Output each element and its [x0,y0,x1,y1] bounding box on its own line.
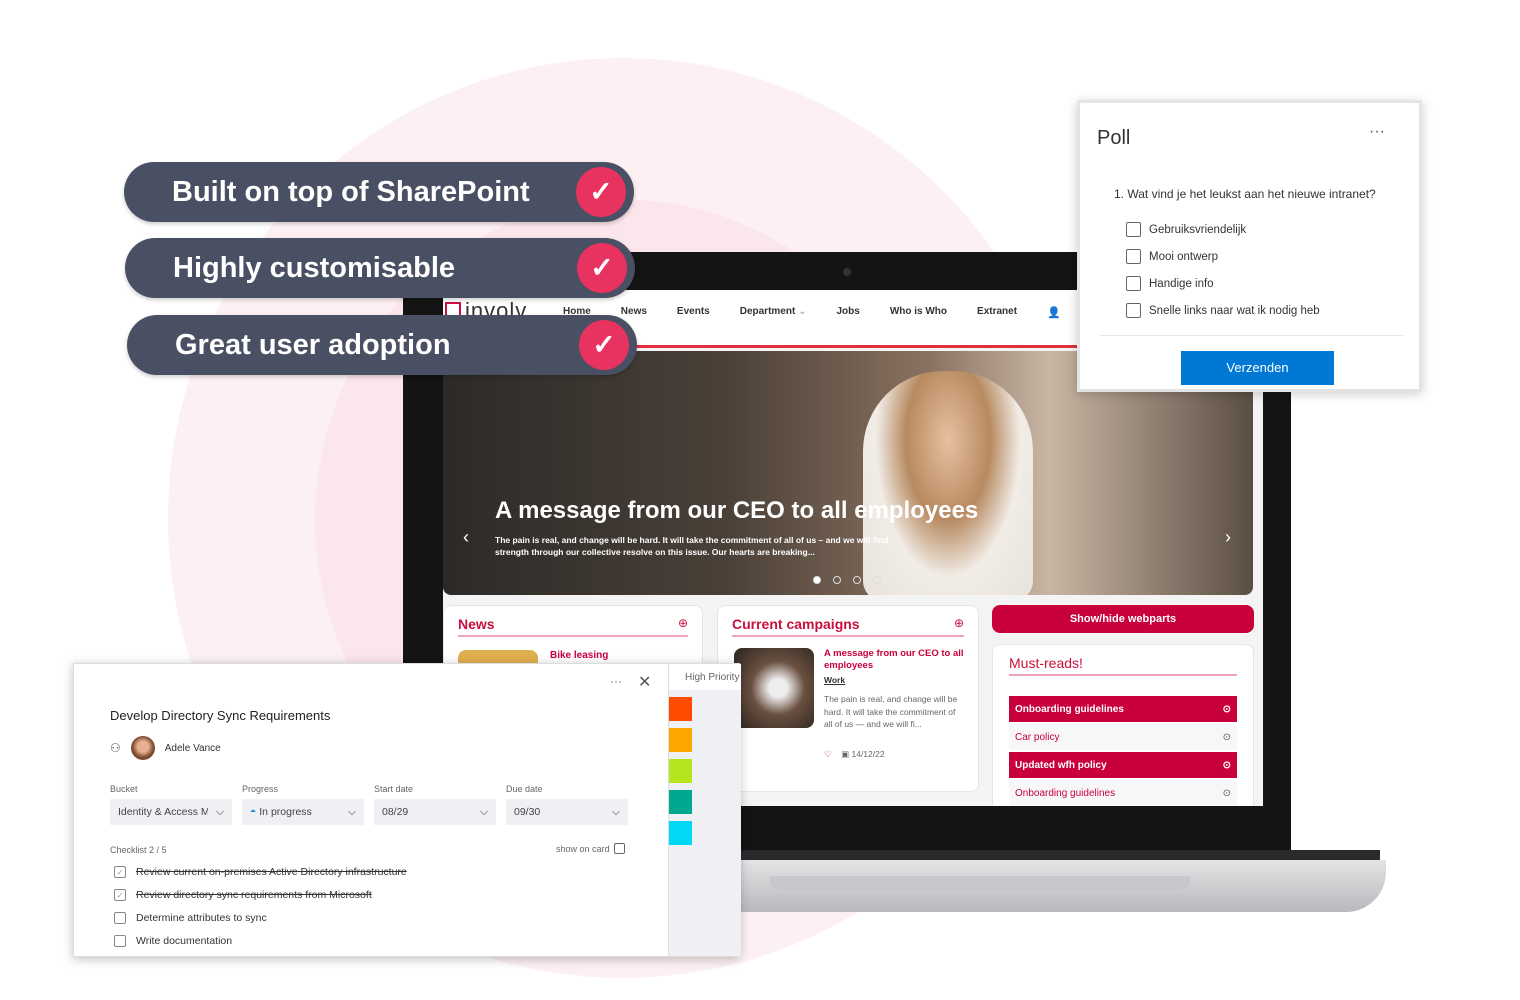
poll-option[interactable]: Handige info [1126,276,1214,291]
checkbox [114,935,126,947]
assign-user-icon: ⚇ [110,741,121,755]
calendar-icon: ▣ [841,749,850,759]
must-reads-card: Must-reads! Onboarding guidelines ⊙ Car p… [992,644,1254,806]
more-options-icon[interactable]: ··· [1369,123,1385,141]
feature-pill-adoption: Great user adoption ✓ [127,315,637,375]
checklist-item[interactable]: Determine attributes to sync [114,912,267,924]
priority-header: High Priority [669,664,741,690]
show-hide-webparts-button[interactable]: Show/hide webparts [992,605,1254,633]
add-icon[interactable]: ⊕ [954,616,964,630]
user-icon[interactable]: 👤 [1047,306,1061,319]
news-item[interactable]: Bike leasing [550,650,608,661]
must-read-item[interactable]: Onboarding guidelines ⊙ [1009,696,1237,722]
checkbox [114,912,126,924]
campaigns-title: Current campaigns [732,616,964,637]
chevron-circle-icon: ⊙ [1222,759,1231,771]
more-options-icon[interactable]: ··· [610,674,622,688]
label-swatch-lime[interactable] [669,759,692,783]
heart-icon[interactable]: ♡ [824,749,832,759]
submit-button[interactable]: Verzenden [1181,351,1334,385]
checkbox [1126,222,1141,237]
label-swatch-teal[interactable] [669,790,692,814]
priority-sidebar: High Priority [668,664,741,956]
chevron-down-icon: ⌄ [798,306,807,317]
chevron-down-icon: ⌵ [612,805,620,818]
feature-pill-customisable: Highly customisable ✓ [125,238,635,298]
divider [1100,335,1403,336]
poll-question: 1. Wat vind je het leukst aan het nieuwe… [1114,187,1376,201]
check-icon: ✓ [577,243,627,293]
hero-text: The pain is real, and change will be har… [495,535,889,557]
hero-image [863,371,1033,595]
hero-title[interactable]: A message from our CEO to all employees [495,497,978,525]
campaign-thumbnail [734,648,814,728]
task-title[interactable]: Develop Directory Sync Requirements [110,708,330,723]
show-on-card-toggle[interactable]: show on card [556,843,625,854]
checklist-label: Checklist 2 / 5 [110,845,167,855]
campaign-tag[interactable]: Work [824,675,845,685]
start-date-select[interactable]: Start date 08/29 ⌵ [374,784,496,825]
half-circle-icon: ◓ [250,806,257,818]
campaign-date: 14/12/22 [851,749,885,759]
poll-card: Poll ··· 1. Wat vind je het leukst aan h… [1077,100,1422,392]
checkbox [1126,276,1141,291]
chevron-down-icon: ⌵ [480,805,488,818]
planner-task-dialog: ··· ✕ Develop Directory Sync Requirement… [73,663,741,957]
news-title: News [458,616,688,637]
chevron-circle-icon: ⊙ [1222,787,1231,799]
assignee[interactable]: ⚇ Adele Vance [110,736,221,760]
chevron-right-icon[interactable]: › [1225,527,1231,548]
label-swatch-red[interactable] [669,697,692,721]
nav-news[interactable]: News [621,306,647,319]
add-icon[interactable]: ⊕ [678,616,688,630]
progress-select[interactable]: Progress ◓ In progress ⌵ [242,784,364,825]
feature-pill-sharepoint: Built on top of SharePoint ✓ [124,162,634,222]
campaigns-card: Current campaigns ⊕ A message from our C… [717,605,979,792]
chevron-circle-icon: ⊙ [1222,731,1231,743]
campaign-title[interactable]: A message from our CEO to all employees [824,648,964,672]
nav-extranet[interactable]: Extranet [977,306,1017,319]
checkbox-checked: ✓ [114,889,126,901]
label-swatch-cyan[interactable] [669,821,692,845]
campaign-text: The pain is real, and change will be har… [824,694,958,729]
due-date-select[interactable]: Due date 09/30 ⌵ [506,784,628,825]
bucket-select[interactable]: Bucket Identity & Access M ⌵ [110,784,232,825]
must-read-item[interactable]: Car policy ⊙ [1009,724,1237,750]
chevron-down-icon: ⌵ [348,805,356,818]
close-icon[interactable]: ✕ [638,672,651,692]
poll-option[interactable]: Mooi ontwerp [1126,249,1218,264]
carousel-dots[interactable] [813,576,881,584]
chevron-left-icon[interactable]: ‹ [463,527,469,548]
nav-who-is-who[interactable]: Who is Who [890,306,947,319]
must-read-item[interactable]: Updated wfh policy ⊙ [1009,752,1237,778]
checklist-item[interactable]: Write documentation [114,935,232,947]
nav-events[interactable]: Events [677,306,710,319]
checkbox-checked: ✓ [114,866,126,878]
nav-jobs[interactable]: Jobs [836,306,859,319]
checkbox [1126,249,1141,264]
checkbox [1126,303,1141,318]
must-reads-title: Must-reads! [1009,655,1237,676]
check-icon: ✓ [576,167,626,217]
chevron-down-icon: ⌵ [216,805,224,818]
avatar [130,736,155,760]
checklist-item[interactable]: ✓ Review directory sync requirements from… [114,889,372,901]
poll-option[interactable]: Gebruiksvriendelijk [1126,222,1246,237]
poll-title: Poll [1097,127,1131,149]
poll-option[interactable]: Snelle links naar wat ik nodig heb [1126,303,1320,318]
label-swatch-orange[interactable] [669,728,692,752]
checklist-item[interactable]: ✓ Review current on-premises Active Direc… [114,866,407,878]
chevron-circle-icon: ⊙ [1222,703,1231,715]
laptop-camera [843,268,851,276]
check-icon: ✓ [579,320,629,370]
must-read-item[interactable]: Onboarding guidelines ⊙ [1009,780,1237,806]
nav-department[interactable]: Department ⌄ [740,306,807,319]
